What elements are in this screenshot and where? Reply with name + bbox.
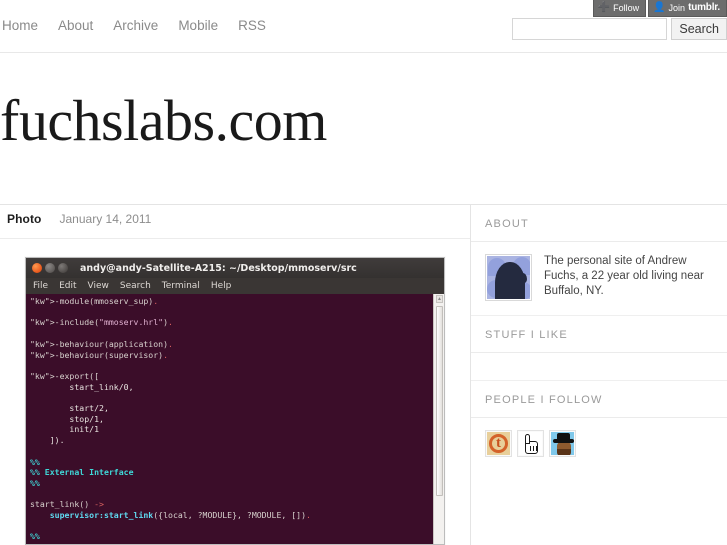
about-description: The personal site of Andrew Fuchs, a 22 …	[544, 255, 704, 297]
post-type-label: Photo	[7, 212, 42, 226]
terminal-body: "kw">-module(mmoserv_sup). "kw">-include…	[26, 294, 444, 544]
menu-view[interactable]: View	[88, 281, 109, 291]
nav-item-about[interactable]: About	[58, 18, 93, 33]
terminal-menubar: File Edit View Search Terminal Help	[26, 278, 444, 294]
tumblr-t-icon: t	[496, 435, 501, 451]
nav-item-archive[interactable]: Archive	[113, 18, 158, 33]
site-title[interactable]: fuchslabs.com	[0, 92, 327, 150]
menu-search[interactable]: Search	[120, 281, 151, 291]
close-button[interactable]	[32, 263, 42, 273]
sidebar: ABOUT The personal site of Andrew Fuchs,…	[471, 205, 727, 545]
avatar	[485, 254, 532, 301]
minimize-button[interactable]	[45, 263, 55, 273]
stuff-i-like-empty-list	[471, 353, 727, 380]
nav-item-mobile[interactable]: Mobile	[178, 18, 218, 33]
tumblr-top-bar: ➕ Follow 👤 Join tumblr.	[592, 0, 727, 17]
post-meta: Photo January 14, 2011	[7, 212, 151, 226]
terminal-titlebar: andy@andy-Satellite-A215: ~/Desktop/mmos…	[26, 258, 444, 278]
menu-edit[interactable]: Edit	[59, 281, 76, 291]
avatar-image	[487, 256, 530, 299]
post-photo-terminal-screenshot[interactable]: andy@andy-Satellite-A215: ~/Desktop/mmos…	[25, 257, 445, 545]
follow-avatar-black-hat-figure[interactable]	[549, 430, 576, 457]
search-input[interactable]	[512, 18, 668, 40]
search-form: Search	[512, 18, 727, 40]
follow-button-label: Follow	[613, 2, 640, 13]
sidebar-section-people-i-follow: PEOPLE I FOLLOW t	[471, 381, 727, 457]
follow-avatar-tumblr-logo[interactable]: t	[485, 430, 512, 457]
tumblr-brand-label: tumblr.	[688, 2, 720, 13]
terminal-scrollbar[interactable]: ▲	[433, 294, 444, 544]
maximize-button[interactable]	[58, 263, 68, 273]
follow-avatar-pointing-hand[interactable]	[517, 430, 544, 457]
search-button[interactable]: Search	[671, 18, 727, 40]
plus-icon: ➕	[597, 1, 611, 13]
people-i-follow-heading: PEOPLE I FOLLOW	[485, 394, 603, 406]
about-body: The personal site of Andrew Fuchs, a 22 …	[471, 242, 727, 315]
person-icon: 👤	[653, 1, 666, 13]
sidebar-section-stuff-i-like: STUFF I LIKE	[471, 316, 727, 380]
post-meta-divider	[0, 238, 470, 239]
menu-help[interactable]: Help	[211, 281, 232, 291]
follow-button[interactable]: ➕ Follow	[592, 0, 647, 17]
sidebar-section-about: ABOUT The personal site of Andrew Fuchs,…	[471, 205, 727, 315]
terminal-code-text: "kw">-module(mmoserv_sup). "kw">-include…	[30, 296, 311, 542]
menu-terminal[interactable]: Terminal	[162, 281, 200, 291]
join-tumblr-button[interactable]: 👤 Join tumblr.	[648, 0, 727, 17]
terminal-scroll-thumb[interactable]	[436, 306, 443, 496]
join-label: Join	[668, 2, 686, 13]
nav-item-home[interactable]: Home	[2, 18, 38, 33]
about-heading: ABOUT	[485, 218, 529, 230]
terminal-window-title: andy@andy-Satellite-A215: ~/Desktop/mmos…	[80, 262, 357, 274]
menu-file[interactable]: File	[33, 281, 48, 291]
people-i-follow-avatars: t	[471, 418, 727, 457]
main-navigation: Home About Archive Mobile RSS	[2, 18, 266, 33]
nav-item-rss[interactable]: RSS	[238, 18, 266, 33]
post-date-label: January 14, 2011	[59, 212, 152, 226]
stuff-i-like-heading: STUFF I LIKE	[485, 329, 568, 341]
header-divider	[0, 52, 727, 53]
scroll-up-icon[interactable]: ▲	[436, 295, 443, 303]
